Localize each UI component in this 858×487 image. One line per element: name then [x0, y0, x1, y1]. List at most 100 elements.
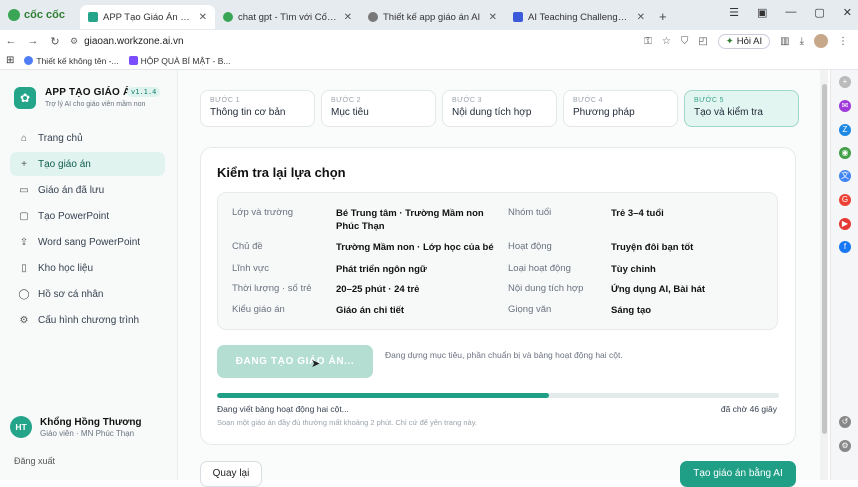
summary-value: Phát triển ngôn ngữ — [336, 264, 427, 275]
youtube-icon[interactable]: ▶ — [839, 218, 851, 230]
zalo-icon[interactable]: Z — [839, 124, 851, 136]
nav-label: Tạo giáo án — [38, 158, 91, 170]
upload-icon: ⇪ — [19, 236, 29, 248]
forward-arrow-icon[interactable]: → — [22, 35, 44, 47]
profile-icon[interactable]: ☰ — [729, 6, 739, 19]
summary-label: Kiểu giáo án — [232, 304, 285, 315]
bookmark-label: Thiết kế không tên -... — [36, 55, 119, 66]
elapsed-time: đã chờ 46 giây — [720, 404, 777, 414]
nav-item-home[interactable]: ⌂ Trang chủ — [10, 126, 165, 150]
sidebar-settings-icon[interactable]: ⚙ — [839, 440, 851, 452]
bookmark-star-icon[interactable]: ☆ — [662, 36, 671, 47]
bookmark-favicon-icon — [128, 56, 138, 65]
generating-button[interactable]: ĐANG TẠO GIÁO ÁN... — [217, 345, 373, 378]
coccoc-logo-icon — [8, 9, 20, 21]
nav-item-create-lesson[interactable]: + Tạo giáo án — [10, 152, 165, 176]
shield-icon[interactable]: ⛉ — [681, 36, 689, 47]
download-icon[interactable]: ⤓ — [800, 36, 804, 47]
browser-tab-active[interactable]: APP Tạo Giáo Án — soạn g ✕ — [80, 5, 215, 29]
logout-link[interactable]: Đăng xuất — [14, 456, 55, 466]
tab-title: Thiết kế app giáo án AI — [383, 11, 481, 23]
browser-brand: cốc cốc — [0, 9, 80, 21]
globe-favicon-icon — [368, 12, 378, 22]
close-tab-icon[interactable]: ✕ — [199, 12, 207, 23]
profile-avatar[interactable] — [814, 34, 828, 48]
presentation-icon: ▢ — [19, 210, 29, 222]
step-2[interactable]: BƯỚC 2 Mục tiêu — [321, 90, 436, 127]
browser-tab[interactable]: AI Teaching Challenge 2026: Ứng ✕ — [505, 5, 653, 29]
step-4[interactable]: BƯỚC 4 Phương pháp — [563, 90, 678, 127]
summary-label: Hoạt động — [508, 241, 552, 252]
screenshot-icon[interactable]: ▣ — [757, 6, 767, 19]
back-arrow-icon[interactable]: ← — [0, 35, 22, 47]
browser-tab[interactable]: Thiết kế app giáo án AI ✕ — [360, 5, 505, 29]
google-icon[interactable]: G — [839, 194, 851, 206]
extensions-icon[interactable]: ◰ — [698, 36, 707, 47]
create-with-ai-button[interactable]: Tạo giáo án bằng AI — [680, 461, 796, 487]
scrollbar-thumb[interactable] — [822, 84, 827, 434]
back-button[interactable]: Quay lại — [200, 461, 262, 487]
browser-side-panel: + ✉ Z ◉ 文 G ▶ f ↺ ⚙ — [830, 70, 858, 480]
key-icon[interactable]: ⚿ — [644, 36, 652, 47]
summary-label: Lĩnh vực — [232, 263, 269, 274]
summary-label: Lớp và trường — [232, 207, 294, 218]
step-label: Thông tin cơ bản — [210, 107, 286, 118]
main-content: BƯỚC 1 Thông tin cơ bản BƯỚC 2 Mục tiêu … — [178, 70, 820, 487]
site-info-icon[interactable]: ⚙ — [70, 36, 78, 47]
close-tab-icon[interactable]: ✕ — [637, 12, 645, 23]
home-icon: ⌂ — [20, 132, 28, 144]
game-icon[interactable]: ◉ — [839, 147, 851, 159]
progress-hint: Soạn một giáo án đầy đủ thường mất khoản… — [217, 418, 477, 427]
step-5[interactable]: BƯỚC 5 Tạo và kiểm tra — [684, 90, 799, 127]
facebook-icon[interactable]: f — [839, 241, 851, 253]
doc-favicon-icon — [513, 12, 523, 22]
nav-item-word-to-powerpoint[interactable]: ⇪ Word sang PowerPoint — [10, 230, 165, 254]
nav-label: Cấu hình chương trình — [38, 314, 140, 326]
progress-bar — [217, 393, 779, 398]
step-3[interactable]: BƯỚC 3 Nội dung tích hợp — [442, 90, 557, 127]
generating-note: Đang dựng mục tiêu, phần chuẩn bị và bản… — [385, 350, 623, 360]
nav-item-program-config[interactable]: ⚙ Cấu hình chương trình — [10, 308, 165, 332]
close-window-icon[interactable]: ✕ — [843, 6, 852, 19]
translate-icon[interactable]: 文 — [839, 170, 851, 182]
history-icon[interactable]: ↺ — [839, 416, 851, 428]
progress-status: Đang viết bảng hoạt động hai cột... — [217, 404, 349, 414]
close-tab-icon[interactable]: ✕ — [489, 12, 497, 23]
browser-tab[interactable]: chat gpt - Tìm với Cốc Cốc ✕ — [215, 5, 360, 29]
summary-label: Giọng văn — [508, 304, 552, 315]
url-field[interactable]: ⚙ giaoan.workzone.ai.vn — [70, 36, 644, 47]
step-label: Nội dung tích hợp — [452, 107, 532, 118]
app-sidebar: ✿ APP TẠO GIÁO ÁN v1.1.4 Trợ lý AI cho g… — [0, 70, 178, 480]
apps-grid-icon[interactable]: ⊞ — [6, 55, 14, 66]
step-1[interactable]: BƯỚC 1 Thông tin cơ bản — [200, 90, 315, 127]
menu-dots-icon[interactable]: ⋮ — [838, 36, 848, 47]
selection-summary: Lớp và trường Bé Trung tâm · Trường Mầm … — [217, 192, 778, 330]
bookmark-item[interactable]: Thiết kế không tên -... — [24, 55, 119, 66]
nav-item-create-powerpoint[interactable]: ▢ Tạo PowerPoint — [10, 204, 165, 228]
reload-icon[interactable]: ↻ — [44, 35, 66, 48]
ask-ai-button[interactable]: ✦ Hỏi AI — [717, 33, 771, 49]
summary-value: Trường Mầm non · Lớp học của bé — [336, 242, 494, 253]
maximize-icon[interactable]: ▢ — [814, 6, 824, 19]
new-tab-icon[interactable]: + — [653, 9, 673, 24]
nav-label: Giáo án đã lưu — [38, 184, 105, 196]
bookmark-item[interactable]: HỘP QUÀ BÍ MẬT - B... — [128, 56, 231, 66]
app-subtitle: Trợ lý AI cho giáo viên mầm non — [45, 101, 146, 108]
address-bar-actions: ⚿ ☆ ⛉ ◰ ✦ Hỏi AI ▥ ⤓ ⋮ — [644, 33, 858, 49]
summary-value: Ứng dụng AI, Bài hát — [611, 284, 706, 295]
nav-item-saved-lessons[interactable]: ▭ Giáo án đã lưu — [10, 178, 165, 202]
document-icon: ▭ — [19, 184, 29, 196]
tab-title: APP Tạo Giáo Án — soạn g — [103, 11, 194, 23]
version-badge: v1.1.4 — [127, 87, 161, 97]
address-bar: ← → ↻ ⚙ giaoan.workzone.ai.vn ⚿ ☆ ⛉ ◰ ✦ … — [0, 30, 858, 52]
sidebar-add-icon[interactable]: + — [839, 76, 851, 88]
messenger-icon[interactable]: ✉ — [839, 100, 851, 112]
minimize-icon[interactable]: — — [785, 6, 796, 19]
reading-mode-icon[interactable]: ▥ — [780, 36, 789, 47]
summary-value: Tùy chỉnh — [611, 264, 656, 275]
close-tab-icon[interactable]: ✕ — [344, 12, 352, 23]
nav-item-resources[interactable]: ▯ Kho học liệu — [10, 256, 165, 280]
review-title: Kiểm tra lại lựa chọn — [217, 165, 346, 180]
app-logo-icon: ✿ — [14, 87, 36, 109]
nav-item-profile[interactable]: ◯ Hồ sơ cá nhân — [10, 282, 165, 306]
